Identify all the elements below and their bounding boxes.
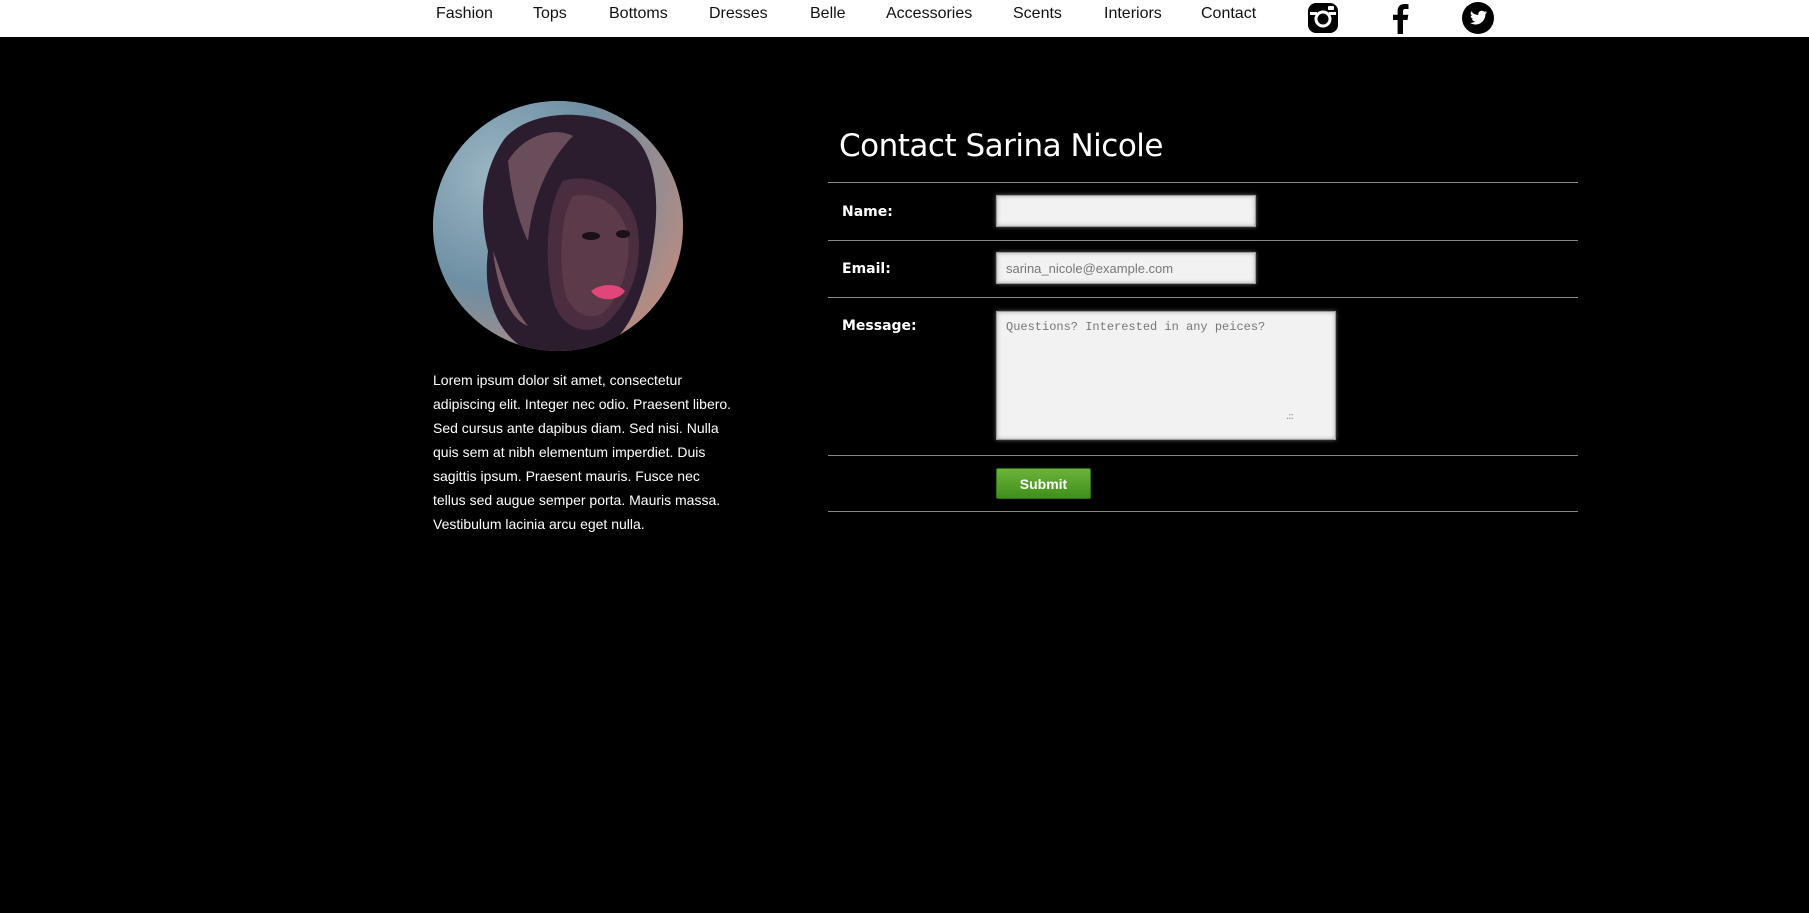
- form-divider: [828, 240, 1578, 241]
- bio-text: Lorem ipsum dolor sit amet, consectetur …: [433, 372, 732, 532]
- submit-button[interactable]: Submit: [996, 468, 1091, 499]
- email-label: Email:: [842, 261, 891, 277]
- twitter-icon[interactable]: [1461, 1, 1495, 35]
- form-divider: [828, 182, 1578, 183]
- avatar: [433, 101, 683, 351]
- nav-item-contact[interactable]: Contact: [1201, 5, 1256, 23]
- email-field[interactable]: [996, 252, 1256, 284]
- top-nav: Fashion Tops Bottoms Dresses Belle Acces…: [0, 0, 1809, 37]
- page-title: Contact Sarina Nicole: [839, 128, 1164, 164]
- facebook-icon[interactable]: [1384, 1, 1418, 35]
- nav-item-tops[interactable]: Tops: [533, 5, 567, 23]
- nav-item-fashion[interactable]: Fashion: [436, 5, 493, 23]
- message-field[interactable]: [996, 311, 1336, 440]
- resize-grip-icon[interactable]: .::: [1286, 411, 1294, 422]
- form-divider: [828, 511, 1578, 512]
- nav-item-interiors[interactable]: Interiors: [1104, 5, 1162, 23]
- form-divider: [828, 297, 1578, 298]
- form-divider: [828, 455, 1578, 456]
- nav-item-scents[interactable]: Scents: [1013, 5, 1062, 23]
- name-label: Name:: [842, 204, 893, 220]
- nav-item-dresses[interactable]: Dresses: [709, 5, 768, 23]
- nav-item-accessories[interactable]: Accessories: [886, 5, 972, 23]
- name-field[interactable]: [996, 195, 1256, 227]
- nav-item-bottoms[interactable]: Bottoms: [609, 5, 668, 23]
- instagram-icon[interactable]: [1306, 1, 1340, 35]
- nav-item-belle[interactable]: Belle: [810, 5, 846, 23]
- message-label: Message:: [842, 318, 917, 334]
